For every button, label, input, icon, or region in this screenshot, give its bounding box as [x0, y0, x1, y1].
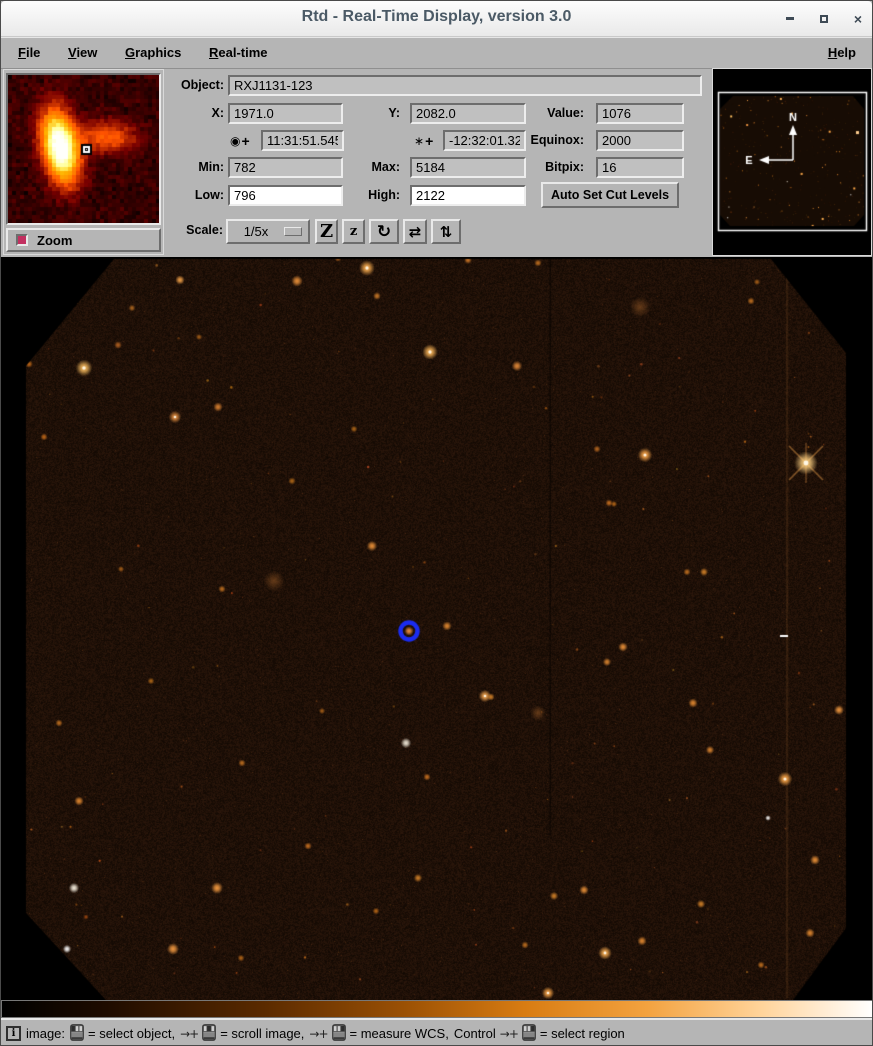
object-label: Object:: [167, 75, 224, 96]
menu-view[interactable]: View: [68, 45, 97, 60]
ra-field[interactable]: [261, 130, 344, 151]
menu-help[interactable]: Help: [828, 45, 856, 60]
pan-window-canvas[interactable]: [713, 69, 871, 255]
dec-field[interactable]: [443, 130, 526, 151]
flip-y-button[interactable]: ⇅: [431, 219, 461, 244]
dec-icon: ∗+: [414, 130, 433, 151]
maximize-icon[interactable]: [820, 15, 828, 23]
min-label: Min:: [167, 157, 224, 178]
rotate-button[interactable]: ↻: [369, 219, 399, 244]
zoom-out-button[interactable]: z: [342, 219, 365, 244]
auto-set-cut-levels-button[interactable]: Auto Set Cut Levels: [541, 182, 679, 208]
high-field[interactable]: [410, 185, 526, 206]
menu-bar: File View Graphics Real-time Help: [1, 37, 872, 69]
scale-dropdown[interactable]: 1/5x: [226, 219, 310, 244]
rtd-window: Rtd - Real-Time Display, version 3.0 × F…: [0, 0, 873, 1046]
x-label: X:: [167, 103, 224, 124]
mouse-middle-button-icon: [202, 1024, 216, 1044]
dropdown-indicator-icon: [284, 227, 302, 236]
zoom-panel: Zoom: [3, 69, 164, 255]
x-field[interactable]: [228, 103, 343, 124]
y-label: Y:: [353, 103, 400, 124]
value-label: Value:: [529, 103, 584, 124]
y-field[interactable]: [410, 103, 526, 124]
zoom-checkbox-label: Zoom: [37, 233, 72, 248]
zoom-image-canvas: [8, 75, 159, 223]
menu-real-time[interactable]: Real-time: [209, 45, 268, 60]
max-label: Max:: [353, 157, 400, 178]
equinox-label: Equinox:: [529, 130, 584, 151]
status-segment: →+ = scroll image,: [180, 1024, 304, 1044]
status-segment: Control →+ = select region: [454, 1024, 625, 1044]
low-field[interactable]: [228, 185, 343, 206]
minimize-icon[interactable]: [786, 17, 794, 20]
equinox-field[interactable]: [596, 130, 684, 151]
scale-label: Scale:: [167, 220, 223, 241]
main-image-canvas[interactable]: [1, 257, 873, 1000]
title-bar[interactable]: Rtd - Real-Time Display, version 3.0 ×: [1, 1, 872, 37]
main-image-area[interactable]: [1, 257, 873, 1000]
status-segment: →+ = measure WCS,: [309, 1024, 448, 1044]
mouse-right-button-icon: [332, 1024, 346, 1044]
status-bar: i image: = select object, →+ = scroll im…: [1, 1018, 873, 1046]
low-label: Low:: [167, 185, 224, 206]
scale-value: 1/5x: [228, 224, 284, 239]
menu-file[interactable]: File: [18, 45, 40, 60]
ra-icon: ◉+: [230, 130, 250, 151]
mouse-right-button-icon: [522, 1024, 536, 1044]
zoom-checkbox-row[interactable]: Zoom: [6, 228, 161, 252]
zoom-image-box: [6, 73, 161, 225]
menu-graphics[interactable]: Graphics: [125, 45, 181, 60]
info-icon: i: [6, 1026, 21, 1041]
min-field[interactable]: [228, 157, 343, 178]
status-prefix: image:: [26, 1026, 65, 1041]
max-field[interactable]: [410, 157, 526, 178]
bitpix-label: Bitpix:: [529, 157, 584, 178]
zoom-in-button[interactable]: Z: [315, 219, 338, 244]
value-field[interactable]: [596, 103, 684, 124]
bitpix-field[interactable]: [596, 157, 684, 178]
window-title: Rtd - Real-Time Display, version 3.0: [1, 8, 872, 26]
info-panel: Object: X: Y: Value: ◉+ ∗+ Equinox: Min:…: [167, 69, 710, 257]
close-icon[interactable]: ×: [854, 14, 862, 24]
flip-x-button[interactable]: ⇄: [403, 219, 427, 244]
high-label: High:: [353, 185, 400, 206]
status-segment: = select object,: [70, 1024, 175, 1044]
mouse-left-button-icon: [70, 1024, 84, 1044]
pan-panel[interactable]: [712, 68, 872, 256]
zoom-checkbox-indicator[interactable]: [16, 234, 28, 246]
colorbar[interactable]: [1, 1000, 873, 1018]
object-field[interactable]: [228, 75, 702, 96]
